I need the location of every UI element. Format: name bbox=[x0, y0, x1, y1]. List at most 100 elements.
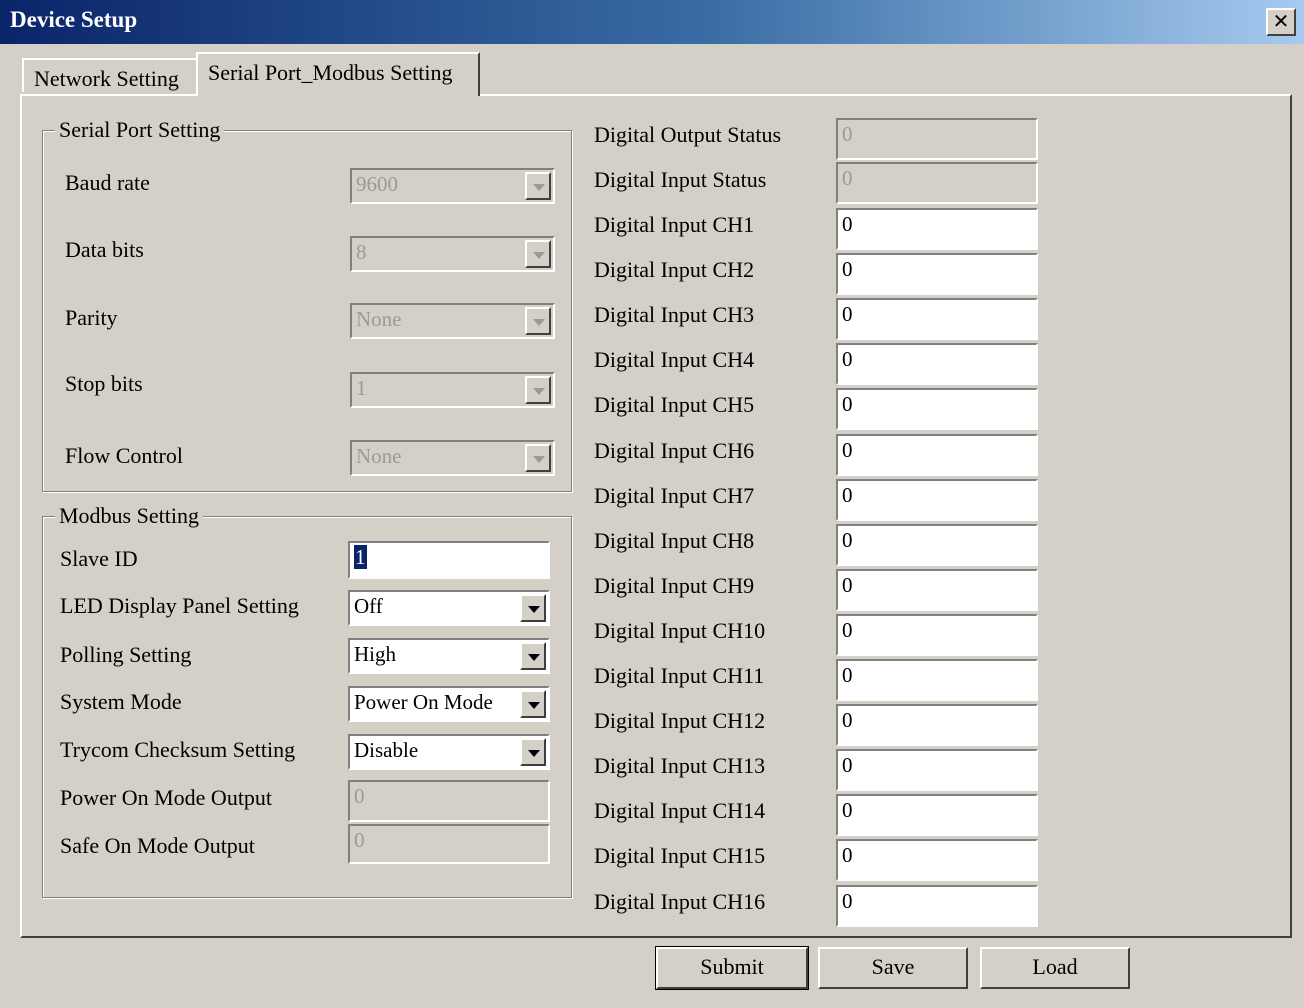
digital-input-ch6-input[interactable]: 0 bbox=[836, 434, 1038, 476]
slave-id-value: 1 bbox=[354, 545, 367, 569]
digital-output-status-value: 0 bbox=[842, 122, 853, 146]
digital-input-ch7-label: Digital Input CH7 bbox=[594, 483, 755, 508]
flow-control-label: Flow Control bbox=[65, 443, 183, 468]
checksum-value: Disable bbox=[354, 738, 419, 762]
flow-control-value: None bbox=[356, 444, 402, 468]
digital-output-status-field[interactable]: 0 bbox=[836, 118, 1038, 160]
checksum-select[interactable]: Disable bbox=[348, 734, 550, 770]
digital-input-ch9-label: Digital Input CH9 bbox=[594, 573, 755, 598]
digital-input-ch4-label: Digital Input CH4 bbox=[594, 347, 755, 372]
digital-input-ch10-input[interactable]: 0 bbox=[836, 614, 1038, 656]
chevron-down-icon[interactable] bbox=[520, 690, 546, 718]
save-button[interactable]: Save bbox=[818, 947, 968, 989]
data-bits-label: Data bits bbox=[65, 237, 144, 262]
safe-on-output-label: Safe On Mode Output bbox=[60, 833, 255, 858]
digital-input-ch1-label: Digital Input CH1 bbox=[594, 212, 755, 237]
close-button[interactable]: ✕ bbox=[1266, 8, 1296, 36]
digital-input-ch7-input[interactable]: 0 bbox=[836, 479, 1038, 521]
chevron-down-icon[interactable] bbox=[520, 594, 546, 622]
safe-on-output-value: 0 bbox=[354, 828, 365, 852]
tab-network-setting[interactable]: Network Setting bbox=[22, 58, 198, 92]
digital-input-ch4-value: 0 bbox=[842, 347, 853, 371]
system-mode-select[interactable]: Power On Mode bbox=[348, 686, 550, 722]
digital-input-ch15-input[interactable]: 0 bbox=[836, 839, 1038, 881]
digital-input-ch9-value: 0 bbox=[842, 573, 853, 597]
digital-input-ch11-input[interactable]: 0 bbox=[836, 659, 1038, 701]
led-display-value: Off bbox=[354, 594, 383, 618]
digital-input-ch4-input[interactable]: 0 bbox=[836, 343, 1038, 385]
digital-input-ch5-value: 0 bbox=[842, 392, 853, 416]
safe-on-output-input[interactable]: 0 bbox=[348, 824, 550, 864]
checksum-label: Trycom Checksum Setting bbox=[60, 737, 296, 762]
load-button[interactable]: Load bbox=[980, 947, 1130, 989]
digital-output-status-label: Digital Output Status bbox=[594, 122, 781, 147]
baud-rate-label: Baud rate bbox=[65, 170, 150, 195]
digital-input-ch10-value: 0 bbox=[842, 618, 853, 642]
digital-input-ch3-label: Digital Input CH3 bbox=[594, 302, 755, 327]
digital-input-ch3-value: 0 bbox=[842, 302, 853, 326]
close-icon: ✕ bbox=[1272, 9, 1290, 33]
polling-label: Polling Setting bbox=[60, 642, 192, 667]
chevron-down-icon[interactable] bbox=[525, 240, 551, 268]
digital-input-ch9-input[interactable]: 0 bbox=[836, 569, 1038, 611]
digital-input-ch12-value: 0 bbox=[842, 708, 853, 732]
digital-input-ch14-input[interactable]: 0 bbox=[836, 794, 1038, 836]
polling-value: High bbox=[354, 642, 396, 666]
parity-label: Parity bbox=[65, 305, 118, 330]
digital-input-ch13-input[interactable]: 0 bbox=[836, 749, 1038, 791]
tab-serial-port-modbus-setting[interactable]: Serial Port_Modbus Setting bbox=[196, 52, 480, 96]
tab-label: Serial Port_Modbus Setting bbox=[208, 60, 453, 85]
digital-input-ch6-value: 0 bbox=[842, 438, 853, 462]
chevron-down-icon[interactable] bbox=[520, 642, 546, 670]
led-display-label: LED Display Panel Setting bbox=[60, 593, 299, 618]
digital-input-ch2-value: 0 bbox=[842, 257, 853, 281]
slave-id-input[interactable]: 1 bbox=[348, 541, 550, 579]
window-title: Device Setup bbox=[10, 7, 138, 32]
digital-input-ch1-value: 0 bbox=[842, 212, 853, 236]
chevron-down-icon[interactable] bbox=[520, 738, 546, 766]
parity-value: None bbox=[356, 307, 402, 331]
digital-input-ch16-label: Digital Input CH16 bbox=[594, 889, 766, 914]
load-button-label: Load bbox=[1032, 954, 1078, 979]
digital-input-ch14-value: 0 bbox=[842, 798, 853, 822]
digital-input-ch11-label: Digital Input CH11 bbox=[594, 663, 765, 688]
stop-bits-select[interactable]: 1 bbox=[350, 372, 555, 408]
polling-select[interactable]: High bbox=[348, 638, 550, 674]
save-button-label: Save bbox=[871, 954, 915, 979]
tab-label: Network Setting bbox=[34, 66, 179, 91]
digital-input-ch12-label: Digital Input CH12 bbox=[594, 708, 766, 733]
digital-input-ch14-label: Digital Input CH14 bbox=[594, 798, 766, 823]
submit-button[interactable]: Submit bbox=[655, 946, 809, 990]
chevron-down-icon[interactable] bbox=[525, 444, 551, 472]
parity-select[interactable]: None bbox=[350, 303, 555, 339]
digital-input-ch8-input[interactable]: 0 bbox=[836, 524, 1038, 566]
digital-input-ch2-input[interactable]: 0 bbox=[836, 253, 1038, 295]
data-bits-value: 8 bbox=[356, 240, 367, 264]
baud-rate-select[interactable]: 9600 bbox=[350, 168, 555, 204]
system-mode-value: Power On Mode bbox=[354, 690, 493, 714]
chevron-down-icon[interactable] bbox=[525, 307, 551, 335]
stop-bits-value: 1 bbox=[356, 376, 367, 400]
digital-input-ch2-label: Digital Input CH2 bbox=[594, 257, 755, 282]
chevron-down-icon[interactable] bbox=[525, 376, 551, 404]
digital-input-ch1-input[interactable]: 0 bbox=[836, 208, 1038, 250]
digital-input-ch8-label: Digital Input CH8 bbox=[594, 528, 755, 553]
chevron-down-icon[interactable] bbox=[525, 172, 551, 200]
digital-input-ch16-input[interactable]: 0 bbox=[836, 885, 1038, 927]
power-on-output-value: 0 bbox=[354, 784, 365, 808]
digital-input-status-field[interactable]: 0 bbox=[836, 162, 1038, 204]
digital-input-ch12-input[interactable]: 0 bbox=[836, 704, 1038, 746]
digital-input-ch15-label: Digital Input CH15 bbox=[594, 843, 766, 868]
led-display-select[interactable]: Off bbox=[348, 590, 550, 626]
digital-input-ch5-input[interactable]: 0 bbox=[836, 388, 1038, 430]
digital-input-ch13-value: 0 bbox=[842, 753, 853, 777]
digital-input-ch11-value: 0 bbox=[842, 663, 853, 687]
digital-input-ch7-value: 0 bbox=[842, 483, 853, 507]
flow-control-select[interactable]: None bbox=[350, 440, 555, 476]
power-on-output-input[interactable]: 0 bbox=[348, 780, 550, 822]
digital-input-ch6-label: Digital Input CH6 bbox=[594, 438, 755, 463]
power-on-output-label: Power On Mode Output bbox=[60, 785, 273, 810]
data-bits-select[interactable]: 8 bbox=[350, 236, 555, 272]
serial-port-group-title: Serial Port Setting bbox=[55, 117, 225, 143]
digital-input-ch3-input[interactable]: 0 bbox=[836, 298, 1038, 340]
